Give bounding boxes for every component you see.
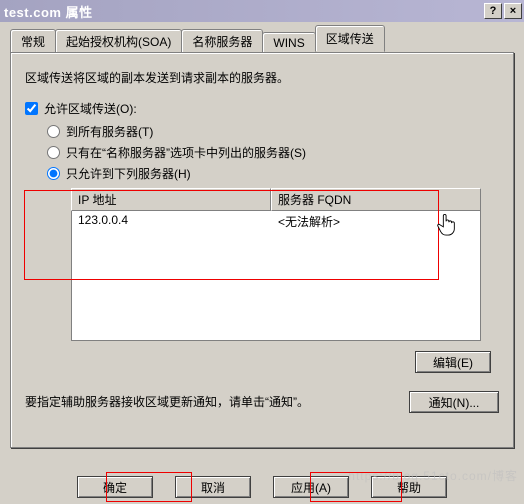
help-button[interactable]: ? (484, 3, 502, 19)
tab-general[interactable]: 常规 (10, 29, 56, 53)
radio-to-all-servers-label: 到所有服务器(T) (66, 123, 153, 140)
notify-button[interactable]: 通知(N)... (409, 391, 499, 413)
cell-ip: 123.0.0.4 (72, 211, 272, 232)
tabs-row: 常规 起始授权机构(SOA) 名称服务器 WINS 区域传送 (10, 28, 514, 52)
radio-to-all-servers[interactable] (47, 125, 60, 138)
tab-page-zone-transfer: 区域传送将区域的副本发送到请求副本的服务器。 允许区域传送(O): 到所有服务器… (10, 52, 514, 448)
description-text: 区域传送将区域的副本发送到请求副本的服务器。 (25, 69, 499, 86)
titlebar: test.com 属性 ? × (0, 0, 524, 22)
radio-group: 到所有服务器(T) 只有在“名称服务器”选项卡中列出的服务器(S) 只允许到下列… (47, 123, 499, 373)
close-button[interactable]: × (504, 3, 522, 19)
allow-zone-transfer-label: 允许区域传送(O): (44, 100, 137, 117)
cancel-button[interactable]: 取消 (175, 476, 251, 498)
column-header-ip[interactable]: IP 地址 (71, 188, 271, 211)
tab-wins[interactable]: WINS (262, 32, 315, 53)
allow-zone-transfer-checkbox[interactable] (25, 102, 38, 115)
server-list: IP 地址 服务器 FQDN 123.0.0.4 <无法解析> (71, 188, 481, 341)
tab-zone-transfer[interactable]: 区域传送 (315, 25, 385, 52)
dialog-button-row: 确定 取消 应用(A) 帮助 (0, 476, 524, 498)
apply-button[interactable]: 应用(A) (273, 476, 349, 498)
radio-only-following-label: 只允许到下列服务器(H) (66, 165, 191, 182)
edit-button[interactable]: 编辑(E) (415, 351, 491, 373)
cell-fqdn: <无法解析> (272, 211, 480, 232)
window-title: test.com 属性 (4, 2, 482, 21)
server-list-header: IP 地址 服务器 FQDN (71, 188, 481, 211)
help-button-bottom[interactable]: 帮助 (371, 476, 447, 498)
dialog-body: 常规 起始授权机构(SOA) 名称服务器 WINS 区域传送 区域传送将区域的副… (0, 22, 524, 504)
table-row[interactable]: 123.0.0.4 <无法解析> (72, 211, 480, 232)
server-list-body[interactable]: 123.0.0.4 <无法解析> (71, 211, 481, 341)
tab-soa[interactable]: 起始授权机构(SOA) (55, 29, 182, 53)
column-header-fqdn[interactable]: 服务器 FQDN (271, 188, 481, 211)
radio-only-ns-tab-label: 只有在“名称服务器”选项卡中列出的服务器(S) (66, 144, 306, 161)
radio-only-following[interactable] (47, 167, 60, 180)
radio-only-ns-tab[interactable] (47, 146, 60, 159)
tab-name-servers[interactable]: 名称服务器 (181, 29, 263, 53)
notify-text: 要指定辅助服务器接收区域更新通知，请单击“通知”。 (25, 393, 409, 411)
ok-button[interactable]: 确定 (77, 476, 153, 498)
